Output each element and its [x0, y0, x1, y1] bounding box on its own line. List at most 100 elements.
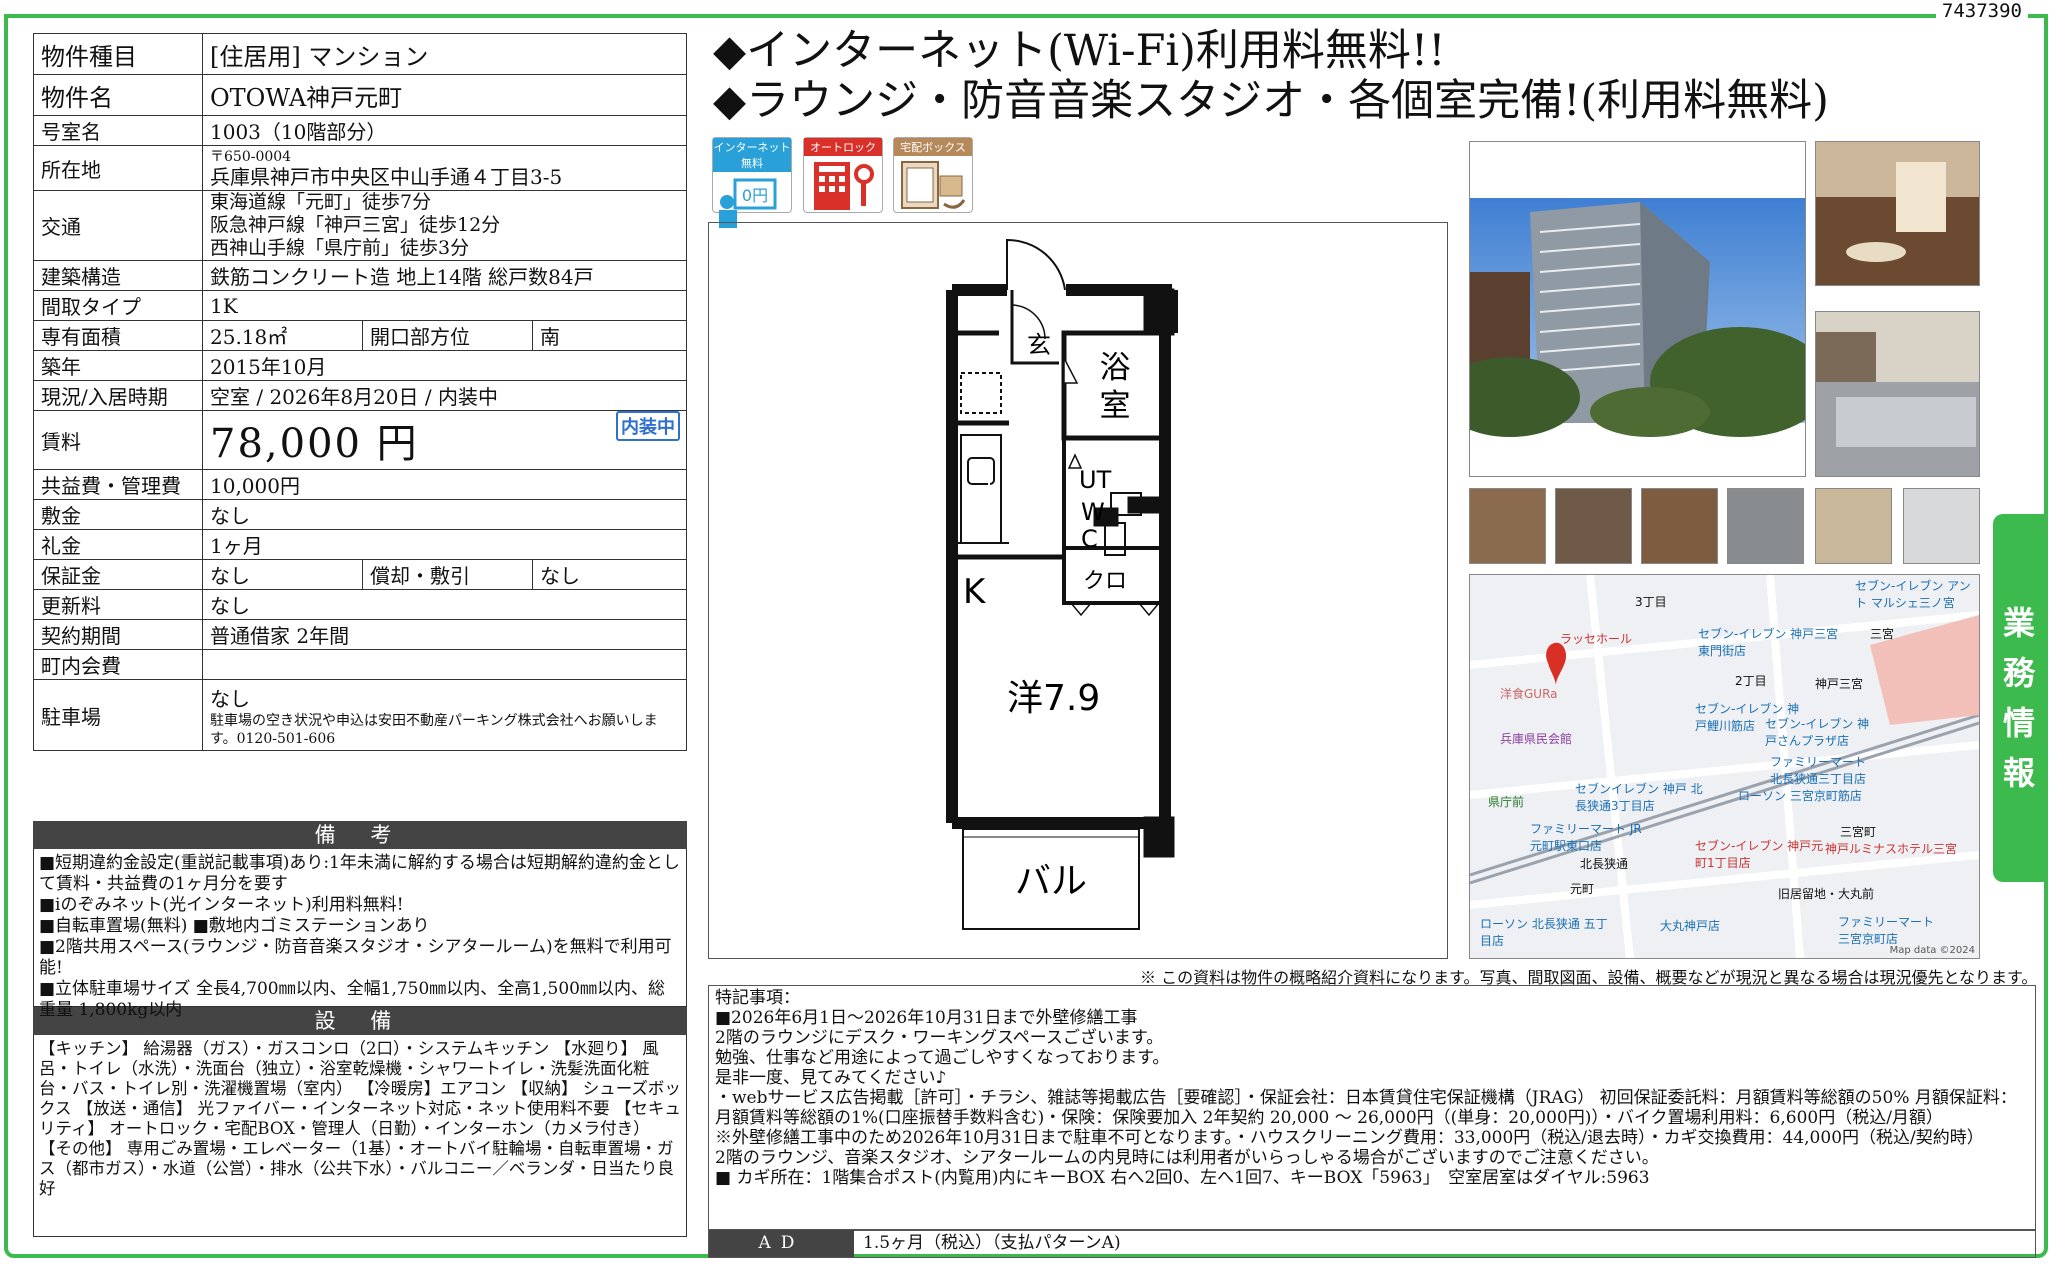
internet-free-icon: インターネット無料 0円 [712, 137, 792, 228]
thumbnail[interactable] [1903, 488, 1980, 564]
map-label: 三宮 [1870, 627, 1895, 641]
bath-label-text: 室 [1100, 388, 1131, 424]
icon-text: 0円 [742, 186, 768, 205]
bath-label-text: 浴 [1100, 350, 1131, 386]
special-notes: 特記事項： ■2026年6月1日～2026年10月31日まで外壁修繕工事 2階の… [708, 985, 2036, 1231]
spec-label: 礼金 [33, 529, 203, 560]
side-tab-text: 業務情報 [2002, 604, 2035, 792]
map-attribution: Map data ©2024 [1889, 945, 1975, 956]
spec-label: 物件種目 [33, 33, 203, 75]
special-line: 勉強、仕事など用途によって過ごしやすくなっております。 [715, 1048, 1170, 1068]
spec-label: 交通 [33, 190, 203, 261]
map-label: 大丸神戸店 [1660, 919, 1721, 933]
balcony-label: バル [1015, 861, 1087, 902]
transit-cell: 東海道線「元町」徒歩7分 阪急神戸線「神戸三宮」徒歩12分 西神山手線「県庁前」… [202, 190, 687, 261]
thumbnail-strip [1469, 488, 1980, 564]
area: 25.18㎡ [202, 320, 363, 351]
transit-line: 東海道線「元町」徒歩7分 [210, 191, 432, 213]
map-label: ローソン 北長狭通 五丁目店 [1480, 917, 1608, 948]
map-label: 神戸ルミナスホテル三宮 [1825, 842, 1958, 856]
special-line: ■2026年6月1日～2026年10月31日まで外壁修繕工事 [715, 1008, 1138, 1028]
parking-cell: なし 駐車場の空き状況や申込は安田不動産パーキング株式会社へお願いします。012… [202, 679, 687, 751]
location-map[interactable]: 3丁目 ラッセホール セブン-イレブン 神戸三宮東門街店 セブン-イレブン アン… [1469, 574, 1980, 959]
side-tab[interactable]: 業務情報 [1993, 514, 2045, 882]
spec-label: 町内会費 [33, 649, 203, 680]
remark-line: ■自転車置場(無料) ■敷地内ゴミステーションあり [39, 916, 430, 936]
ad-row: AD 1.5ヶ月（税込）（支払パターンA) [708, 1229, 2036, 1258]
property-name: OTOWA神戸元町 [202, 74, 687, 116]
spec-label: 賃料 [33, 410, 203, 470]
community-fee [202, 649, 687, 680]
map-label: 兵庫県民会館 [1500, 732, 1573, 746]
map-label: 元町 [1570, 882, 1595, 896]
wc-label-c: C [1081, 525, 1098, 553]
icon-caption: オートロック [804, 138, 882, 156]
thumbnail[interactable] [1469, 488, 1546, 564]
floor-plan: 玄 浴室 K UT W C クロ 洋7.9 バル [708, 222, 1448, 959]
map-label: 県庁前 [1488, 795, 1525, 809]
remark-line: ■2階共用スペース(ラウンジ・防音音楽スタジオ・シアタールーム)を無料で利用可能… [39, 937, 672, 978]
spec-label: 間取タイプ [33, 290, 203, 321]
lounge-kitchen-photo [1815, 311, 1980, 477]
transit-line: 西神山手線「県庁前」徒歩3分 [210, 237, 470, 259]
map-label: 洋食GURa [1500, 687, 1558, 701]
map-label: セブン-イレブン 神戸三宮東門街店 [1698, 627, 1839, 658]
delivery-box-icon: 宅配ボックス [893, 137, 973, 213]
contract-period: 普通借家 2年間 [202, 619, 687, 650]
thumbnail[interactable] [1555, 488, 1632, 564]
map-label: 2丁目 [1735, 674, 1767, 688]
deposit: なし [202, 499, 687, 530]
special-line: ・webサービス広告掲載［許可］・チラシ、雑誌等掲載広告［要確認］・保証会社：日… [715, 1088, 2017, 1128]
thumbnail[interactable] [1641, 488, 1718, 564]
entrance-label: 玄 [1027, 331, 1051, 359]
special-line: ※外壁修繕工事中のため2026年10月31日まで駐車不可となります。・ハウスクリ… [715, 1128, 1984, 1148]
map-label: セブン-イレブン 神戸さんプラザ店 [1765, 717, 1870, 748]
map-label: セブン-イレブン アント マルシェ三ノ宮 [1855, 579, 1971, 610]
kitchen-label: K [963, 572, 987, 612]
remarks-title: 備 考 [33, 821, 687, 849]
spec-label: 共益費・管理費 [33, 469, 203, 500]
map-label: セブン-イレブン 神戸元町1丁目店 [1695, 839, 1824, 870]
spec-label: 専有面積 [33, 320, 203, 351]
parking: なし [210, 686, 250, 711]
headline-1: ◆インターネット(Wi-Fi)利用料無料!! [713, 26, 1446, 76]
spec-label: 築年 [33, 350, 203, 381]
amortization: なし [532, 559, 687, 590]
building-photo [1469, 141, 1806, 477]
spec-label: 号室名 [33, 115, 203, 146]
spec-label: 駐車場 [33, 679, 203, 751]
layout-type: 1K [202, 290, 687, 321]
remarks-body: ■短期違約金設定(重説記載事項)あり:1年未満に解約する場合は短期解約違約金とし… [33, 849, 687, 1020]
rent-cell: 78,000 円 内装中 [202, 410, 687, 470]
ut-label: UT [1079, 466, 1112, 494]
spec-label: 物件名 [33, 74, 203, 116]
special-title: 特記事項： [715, 988, 800, 1008]
orientation: 南 [532, 320, 687, 351]
rent: 78,000 円 [210, 421, 419, 467]
map-label: 三宮町 [1840, 825, 1877, 839]
thumbnail[interactable] [1815, 488, 1892, 564]
map-label: ファミリーマート 北長狭通三丁目店 [1770, 755, 1867, 786]
equipment-body: 【キッチン】 給湯器（ガス）・ガスコンロ（2口）・システムキッチン 【水廻り】 … [33, 1035, 687, 1237]
spec-label: 敷金 [33, 499, 203, 530]
spec-label: 更新料 [33, 589, 203, 620]
special-line: 是非一度、見てみてください♪ [715, 1068, 947, 1088]
spec-label: 建築構造 [33, 260, 203, 291]
map-label: 神戸三宮 [1815, 677, 1864, 691]
spec-label: 開口部方位 [362, 320, 533, 351]
remark-line: ■iのぞみネット(光インターネット)利用料無料! [39, 895, 404, 915]
address: 兵庫県神戸市中央区中山手通４丁目3-5 [210, 165, 563, 189]
ad-label: AD [709, 1230, 854, 1257]
map-label: 旧居留地・大丸前 [1778, 887, 1875, 901]
remarks-section: 備 考 ■短期違約金設定(重説記載事項)あり:1年未満に解約する場合は短期解約違… [33, 821, 687, 1237]
rent-badge: 内装中 [616, 411, 680, 441]
thumbnail[interactable] [1727, 488, 1804, 564]
lounge-photo [1815, 141, 1980, 286]
postal-code: 〒650-0004 [210, 149, 292, 165]
structure: 鉄筋コンクリート造 地上14階 総戸数84戸 [202, 260, 687, 291]
map-label: ファミリーマート 三宮京町店 [1838, 915, 1935, 946]
bath-label: 浴室 [1100, 350, 1131, 424]
management-fee: 10,000円 [202, 469, 687, 500]
icon-caption: 宅配ボックス [894, 138, 972, 156]
special-line: 2階のラウンジにデスク・ワーキングスペースございます。 [715, 1028, 1164, 1048]
